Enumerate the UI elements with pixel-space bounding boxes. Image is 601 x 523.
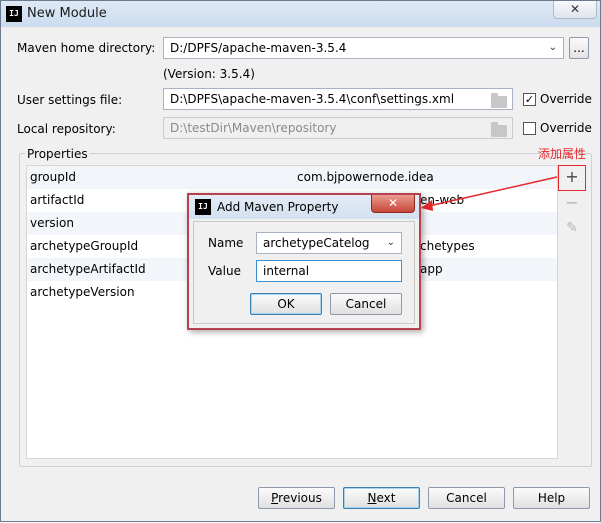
cancel-button[interactable]: Cancel [330,293,402,315]
dialog-body: Name archetypeCatelog ⌄ Value internal O… [193,221,415,324]
intellij-dialog-icon: IJ [195,199,211,215]
value-input[interactable]: internal [256,260,402,282]
dialog-title: Add Maven Property [217,200,339,214]
close-icon: ✕ [387,196,399,210]
name-label: Name [208,236,244,250]
help-button[interactable]: Help [513,487,590,509]
name-combobox[interactable]: archetypeCatelog ⌄ [256,232,402,254]
next-button[interactable]: Next [343,487,420,509]
value-label: Value [208,264,241,278]
name-value: archetypeCatelog [263,236,370,250]
ok-button[interactable]: OK [250,293,322,315]
dialog-titlebar: IJ Add Maven Property ✕ [189,195,419,219]
previous-button[interactable]: Previous [258,487,335,509]
footer-cancel-button[interactable]: Cancel [428,487,505,509]
chevron-down-icon: ⌄ [386,237,395,248]
new-module-window: IJ New Module ✕ Maven home directory: D:… [0,0,601,522]
add-maven-property-dialog: IJ Add Maven Property ✕ Name archetypeCa… [187,193,421,330]
dialog-close-button[interactable]: ✕ [371,195,415,213]
value-text: internal [263,264,310,278]
